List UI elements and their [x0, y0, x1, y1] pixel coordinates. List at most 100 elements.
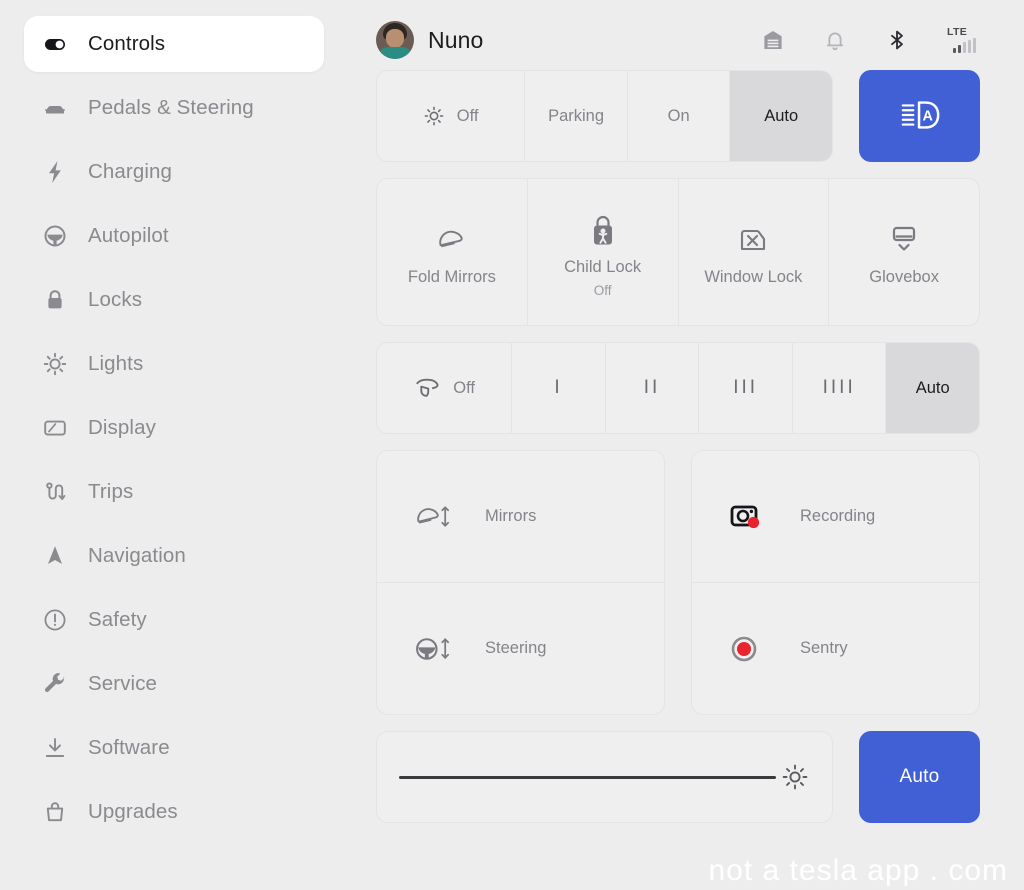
lights-segment-parking[interactable]: Parking — [525, 71, 628, 161]
user-name: Nuno — [428, 27, 483, 54]
brightness-slider-track[interactable] — [399, 776, 776, 779]
bluetooth-icon[interactable] — [885, 28, 909, 52]
sidebar-item-label: Navigation — [88, 544, 186, 568]
tile-fold-mirrors[interactable]: Fold Mirrors — [377, 179, 528, 325]
lights-segment-label: Parking — [548, 107, 604, 126]
headlight-sun-icon — [423, 105, 445, 127]
mirror-adjust-icon — [413, 500, 463, 534]
adjust-panel-right: Recording Sentry — [691, 450, 980, 715]
wiper-segment-label: III — [733, 377, 758, 399]
avatar-shirt — [378, 47, 412, 59]
sidebar-item-label: Charging — [88, 160, 172, 184]
sidebar-item-label: Autopilot — [88, 224, 169, 248]
brightness-row: Auto — [376, 731, 980, 823]
steering-adjust-icon — [413, 632, 463, 666]
lights-segment-on[interactable]: On — [628, 71, 731, 161]
wiper-segment-off[interactable]: Off — [377, 343, 512, 433]
panel-item-sentry[interactable]: Sentry — [692, 583, 979, 714]
auto-highbeam-button[interactable]: A — [859, 70, 980, 162]
lights-segment-auto[interactable]: Auto — [730, 71, 832, 161]
brightness-sun-icon[interactable] — [780, 762, 810, 792]
lights-segment-label: Off — [457, 107, 479, 126]
lights-segment-label: Auto — [764, 107, 798, 126]
sidebar-item-service[interactable]: Service — [24, 656, 324, 712]
lock-icon — [42, 287, 68, 313]
toggle-icon — [42, 31, 68, 57]
panel-item-label: Recording — [800, 507, 875, 526]
sidebar-item-locks[interactable]: Locks — [24, 272, 324, 328]
avatar[interactable] — [376, 21, 414, 59]
panel-item-steering[interactable]: Steering — [377, 583, 664, 714]
tile-window-lock[interactable]: Window Lock — [679, 179, 830, 325]
auto-highbeam-icon: A — [898, 98, 942, 135]
controls-screen: Controls Pedals & Steering Charging Auto… — [0, 0, 1024, 890]
wiper-segment-auto[interactable]: Auto — [886, 343, 979, 433]
wiper-segment-4[interactable]: IIII — [793, 343, 887, 433]
avatar-face — [386, 29, 404, 48]
tile-label: Child Lock — [564, 256, 641, 278]
sidebar-item-label: Pedals & Steering — [88, 96, 254, 120]
garage-icon[interactable] — [761, 28, 785, 52]
wiper-segment-label: IIII — [823, 377, 856, 399]
navigation-arrow-icon — [42, 543, 68, 569]
main-content: Nuno LTE — [352, 0, 1024, 890]
sidebar-item-autopilot[interactable]: Autopilot — [24, 208, 324, 264]
wiper-segmented-control: Off I II III IIII Auto — [376, 342, 980, 434]
panel-item-label: Sentry — [800, 639, 848, 658]
dashcam-icon — [728, 500, 778, 534]
panel-item-mirrors[interactable]: Mirrors — [377, 451, 664, 583]
sidebar-item-label: Trips — [88, 480, 133, 504]
wrench-icon — [42, 671, 68, 697]
lights-segment-label: On — [668, 107, 690, 126]
steering-wheel-icon — [42, 223, 68, 249]
bolt-icon — [42, 159, 68, 185]
wiper-segment-1[interactable]: I — [512, 343, 606, 433]
tile-label: Glovebox — [869, 266, 939, 288]
panel-item-label: Mirrors — [485, 507, 536, 526]
bell-icon[interactable] — [823, 28, 847, 52]
wiper-segment-3[interactable]: III — [699, 343, 793, 433]
brightness-slider[interactable] — [376, 731, 833, 823]
sidebar-item-upgrades[interactable]: Upgrades — [24, 784, 324, 840]
lights-segmented-control: Off Parking On Auto — [376, 70, 833, 162]
child-lock-icon — [588, 210, 618, 250]
sidebar-item-label: Lights — [88, 352, 143, 376]
sidebar-item-display[interactable]: Display — [24, 400, 324, 456]
wiper-segment-2[interactable]: II — [606, 343, 700, 433]
alert-circle-icon — [42, 607, 68, 633]
sidebar-item-lights[interactable]: Lights — [24, 336, 324, 392]
window-lock-icon — [737, 220, 769, 260]
quick-tiles-group: Fold Mirrors Child Lock Off — [376, 178, 980, 326]
adjust-panels-row: Mirrors Steering — [376, 450, 980, 715]
quick-tiles-row: Fold Mirrors Child Lock Off — [376, 178, 980, 326]
wiper-icon — [413, 376, 441, 400]
tile-child-lock[interactable]: Child Lock Off — [528, 179, 679, 325]
wiper-segment-label: I — [554, 377, 562, 399]
brightness-auto-button[interactable]: Auto — [859, 731, 980, 823]
signal-indicator[interactable]: LTE — [947, 27, 976, 54]
bag-icon — [42, 799, 68, 825]
sidebar-item-pedals-steering[interactable]: Pedals & Steering — [24, 80, 324, 136]
network-type-label: LTE — [947, 27, 967, 38]
signal-bars — [953, 38, 976, 53]
sidebar-item-software[interactable]: Software — [24, 720, 324, 776]
header: Nuno LTE — [376, 10, 980, 70]
sidebar-item-trips[interactable]: Trips — [24, 464, 324, 520]
tile-glovebox[interactable]: Glovebox — [829, 179, 979, 325]
lights-segment-off[interactable]: Off — [377, 71, 525, 161]
sidebar-item-safety[interactable]: Safety — [24, 592, 324, 648]
panel-item-recording[interactable]: Recording — [692, 451, 979, 583]
wiper-row: Off I II III IIII Auto — [376, 342, 980, 434]
sidebar-item-charging[interactable]: Charging — [24, 144, 324, 200]
sidebar-item-controls[interactable]: Controls — [24, 16, 324, 72]
trips-icon — [42, 479, 68, 505]
tile-sublabel: Off — [594, 283, 612, 298]
sidebar-item-label: Upgrades — [88, 800, 178, 824]
sidebar-item-label: Locks — [88, 288, 142, 312]
sidebar-item-navigation[interactable]: Navigation — [24, 528, 324, 584]
sun-icon — [42, 351, 68, 377]
glovebox-icon — [886, 220, 922, 260]
sidebar-item-label: Service — [88, 672, 157, 696]
sidebar-item-label: Safety — [88, 608, 147, 632]
watermark: not a tesla app . com — [709, 854, 1009, 888]
